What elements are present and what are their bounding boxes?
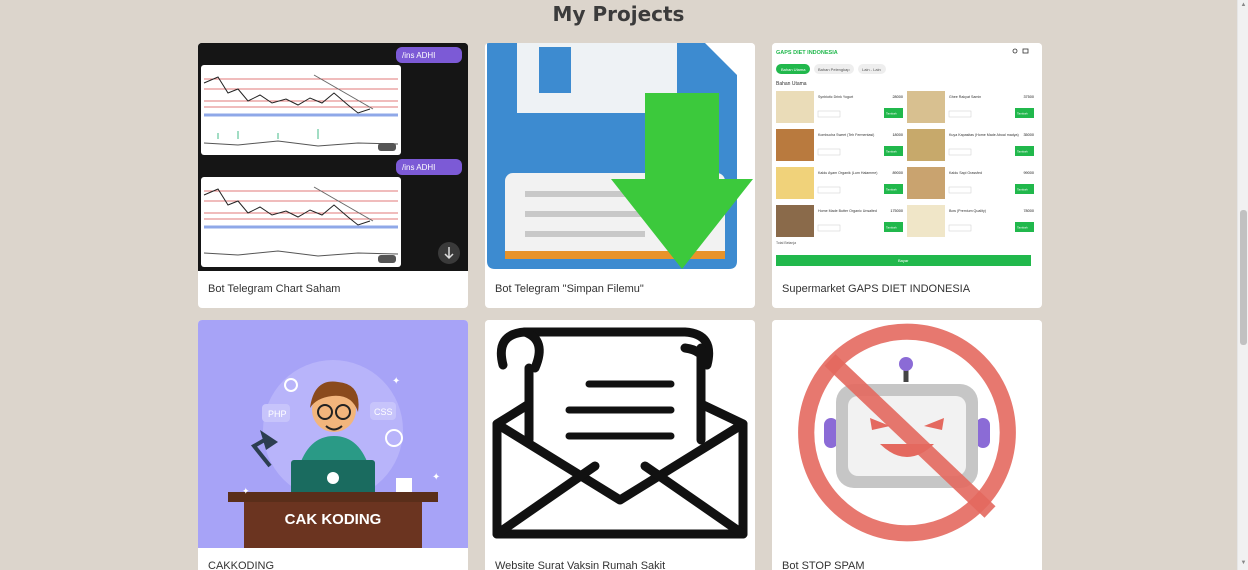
svg-text:✦: ✦ xyxy=(392,376,400,387)
product-name: Kaldu Sapi Grassfed xyxy=(949,171,982,175)
product-image xyxy=(776,129,814,161)
svg-text:PHP: PHP xyxy=(268,409,287,419)
product-image xyxy=(776,91,814,123)
project-thumbnail: GAPS DIET INDONESIA Bahan Utama Bahan Pe… xyxy=(772,43,1042,271)
gaps-shop-screenshot: GAPS DIET INDONESIA Bahan Utama Bahan Pe… xyxy=(772,43,1042,271)
scrollbar-thumb[interactable] xyxy=(1240,210,1247,345)
add-to-cart-label: Tambah xyxy=(886,150,897,154)
project-thumbnail xyxy=(772,320,1042,548)
project-title[interactable]: Website Surat Vaksin Rumah Sakit xyxy=(485,548,755,570)
svg-text:✦: ✦ xyxy=(432,472,440,483)
product-price: 18000 xyxy=(892,133,903,137)
product-image xyxy=(907,91,945,123)
add-to-cart-label: Tambah xyxy=(1017,150,1028,154)
svg-text:Bahan Utama: Bahan Utama xyxy=(776,81,807,87)
scroll-down-icon[interactable]: ▼ xyxy=(1240,560,1247,568)
project-thumbnail: /ins ADHI /ins ADHI xyxy=(198,43,468,271)
product-image xyxy=(907,129,945,161)
svg-text:Bahan Utama: Bahan Utama xyxy=(781,67,806,72)
scroll-up-icon[interactable]: ▲ xyxy=(1240,2,1247,10)
product-price: 89000 xyxy=(892,171,903,175)
svg-text:Total Belanja: Total Belanja xyxy=(776,241,796,245)
svg-text:✦: ✦ xyxy=(242,486,250,496)
svg-text:CAK KODING: CAK KODING xyxy=(285,511,382,528)
page-scrollbar[interactable]: ▲ ▼ xyxy=(1237,0,1248,570)
product-image xyxy=(776,167,814,199)
product-image xyxy=(776,205,814,237)
product-price: 28000 xyxy=(892,95,903,99)
product-name: Ghee Rakyat Samin xyxy=(949,95,981,99)
add-to-cart-label: Tambah xyxy=(886,188,897,192)
svg-text:Bayar: Bayar xyxy=(898,258,909,263)
product-name: Home Made Butter Organic Unsalted xyxy=(818,209,877,213)
project-title[interactable]: Bot STOP SPAM xyxy=(772,548,1042,570)
product-image xyxy=(907,205,945,237)
product-price: 35000 xyxy=(1023,133,1034,137)
telegram-chart-screenshot: /ins ADHI /ins ADHI xyxy=(198,43,468,271)
project-thumbnail xyxy=(485,320,755,548)
project-card-surat-vaksin[interactable]: Website Surat Vaksin Rumah Sakit xyxy=(485,320,755,570)
product-price: 37500 xyxy=(1023,95,1034,99)
product-price: 78000 xyxy=(1023,209,1034,213)
project-card-gaps-diet[interactable]: GAPS DIET INDONESIA Bahan Utama Bahan Pe… xyxy=(772,43,1042,308)
project-title[interactable]: Supermarket GAPS DIET INDONESIA xyxy=(772,271,1042,308)
product-name: Synbiotic Drink Yogurt xyxy=(818,95,853,99)
svg-text:Lain - Lain: Lain - Lain xyxy=(862,67,881,72)
product-price: 175000 xyxy=(890,209,903,213)
page-title: My Projects xyxy=(552,2,685,26)
project-card-cakkoding[interactable]: PHP CSS CAK KODING ✦ ✦ ✦ CAKKODING xyxy=(198,320,468,570)
add-to-cart-label: Tambah xyxy=(1017,188,1028,192)
add-to-cart-label: Tambah xyxy=(1017,112,1028,116)
product-price: 99000 xyxy=(1023,171,1034,175)
svg-text:Bahan Pelengkap: Bahan Pelengkap xyxy=(818,67,850,72)
project-card-simpan-filemu[interactable]: Bot Telegram "Simpan Filemu" xyxy=(485,43,755,308)
project-card-stop-spam[interactable]: Bot STOP SPAM xyxy=(772,320,1042,570)
floppy-save-icon xyxy=(485,43,755,271)
mail-envelope-icon xyxy=(485,320,755,548)
project-thumbnail: PHP CSS CAK KODING ✦ ✦ ✦ xyxy=(198,320,468,548)
no-robot-icon xyxy=(772,320,1042,548)
product-name: Kombucha Sweet (Teh Fermentasi) xyxy=(818,133,874,137)
cakkoding-illustration: PHP CSS CAK KODING ✦ ✦ ✦ xyxy=(198,320,468,548)
project-title[interactable]: Bot Telegram "Simpan Filemu" xyxy=(485,271,755,308)
product-image xyxy=(907,167,945,199)
project-card-chart-saham[interactable]: /ins ADHI /ins ADHI Bot Telegram Chart S… xyxy=(198,43,468,308)
projects-grid: /ins ADHI /ins ADHI Bot Telegram Chart S… xyxy=(198,43,1042,570)
product-name: Kuya Kapasitas (Home Made Aboal madya) xyxy=(949,133,1019,137)
chat-badge-1: /ins ADHI xyxy=(402,51,435,60)
chat-badge-2: /ins ADHI xyxy=(402,163,435,172)
project-title[interactable]: Bot Telegram Chart Saham xyxy=(198,271,468,308)
add-to-cart-label: Tambah xyxy=(886,112,897,116)
project-title[interactable]: CAKKODING xyxy=(198,548,468,570)
project-thumbnail xyxy=(485,43,755,271)
product-name: Kaldu Ayam Organik (Lum Halamme) xyxy=(818,171,877,175)
svg-text:GAPS DIET INDONESIA: GAPS DIET INDONESIA xyxy=(776,50,838,56)
add-to-cart-label: Tambah xyxy=(1017,226,1028,230)
product-name: Bow (Premium Quality) xyxy=(949,209,986,213)
svg-text:CSS: CSS xyxy=(374,407,393,417)
add-to-cart-label: Tambah xyxy=(886,226,897,230)
